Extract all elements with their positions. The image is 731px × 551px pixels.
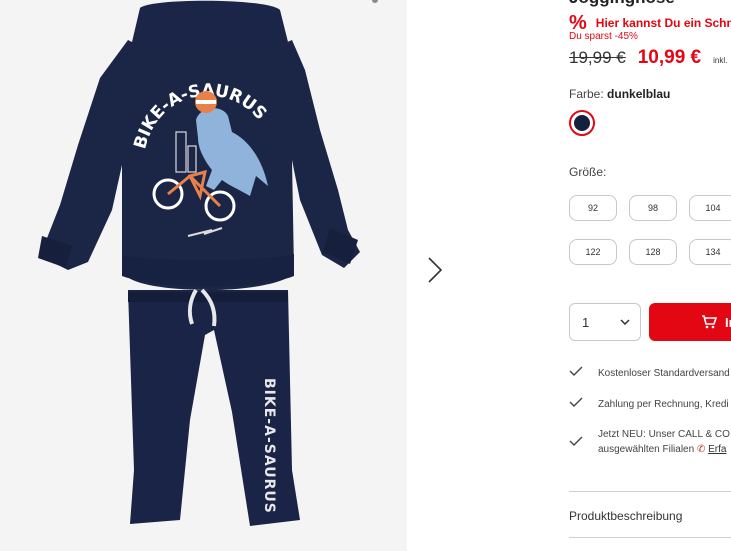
swatch-fill [574, 115, 590, 131]
promo-banner: % Hier kannst Du ein Schnä [569, 13, 731, 33]
product-image-gallery: BIKE-A-SAURUS BIKE-A-SAURUS [0, 0, 407, 551]
quantity-value: 1 [582, 314, 590, 330]
product-title: Jogginghose [569, 0, 675, 8]
check-icon [569, 397, 583, 407]
size-option-104[interactable]: 104 [689, 195, 731, 221]
color-value: dunkelblau [607, 87, 671, 101]
percent-icon: % [569, 12, 587, 34]
add-to-cart-button[interactable]: In [649, 303, 731, 341]
cart-icon [702, 315, 717, 329]
check-icon [569, 436, 583, 446]
benefit-payment: Zahlung per Rechnung, Kredi [569, 397, 729, 412]
divider [569, 537, 731, 538]
old-price: 19,99 € [569, 48, 626, 67]
saving-text: Du sparst -45% [569, 31, 638, 42]
vat-note: inkl. [713, 56, 728, 65]
chevron-down-icon [620, 319, 630, 325]
size-label: Größe: [569, 165, 607, 179]
divider [569, 491, 731, 492]
size-option-122[interactable]: 122 [569, 239, 617, 265]
color-label: Farbe: dunkelblau [569, 87, 671, 101]
benefit-shipping: Kostenloser Standardversand [569, 366, 730, 381]
chevron-right-icon [428, 257, 443, 283]
price-row: 19,99 € 10,99 € inkl. [569, 47, 727, 69]
product-image: BIKE-A-SAURUS BIKE-A-SAURUS [38, 0, 360, 526]
more-info-link[interactable]: Erfa [708, 444, 726, 455]
size-option-92[interactable]: 92 [569, 195, 617, 221]
size-option-134[interactable]: 134 [689, 239, 731, 265]
size-option-128[interactable]: 128 [629, 239, 677, 265]
benefit-call-collect: Jetzt NEU: Unser CALL & CO ausgewählten … [569, 427, 730, 457]
current-price: 10,99 € [637, 47, 702, 68]
product-description-toggle[interactable]: Produktbeschreibung [569, 509, 682, 523]
size-option-98[interactable]: 98 [629, 195, 677, 221]
next-image-button[interactable] [420, 252, 450, 288]
add-to-cart-label: In [725, 314, 731, 330]
check-icon [569, 366, 583, 376]
product-details: Jogginghose % Hier kannst Du ein Schnä D… [569, 0, 731, 551]
promo-text: Hier kannst Du ein Schnä [595, 16, 731, 30]
leg-print-text: BIKE-A-SAURUS [261, 378, 277, 514]
phone-icon: ✆ [696, 444, 706, 455]
quantity-select[interactable]: 1 [569, 303, 641, 341]
color-swatch-dunkelblau[interactable] [569, 110, 595, 136]
